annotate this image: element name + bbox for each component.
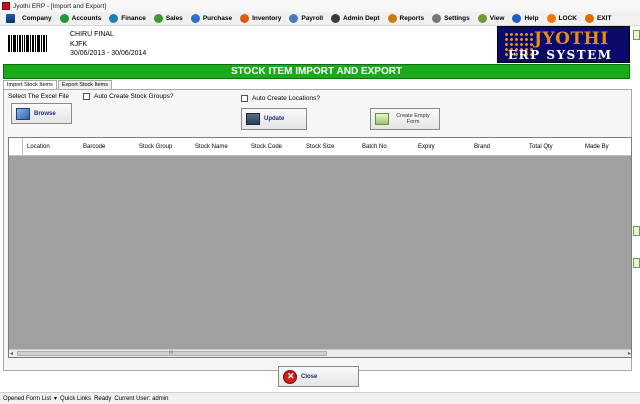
empty-form-icon: [375, 113, 389, 125]
exit-button[interactable]: EXIT: [581, 12, 615, 26]
logo-title: JYOTHI: [534, 29, 609, 49]
current-user: Current User: admin: [114, 395, 169, 402]
scroll-right-icon[interactable]: ▸: [628, 350, 631, 357]
jyothi-logo: JYOTHI ERP SYSTEM: [497, 26, 630, 63]
company-info: CHIRU FINAL KJFK 30/06/2013 - 30/06/2014: [70, 30, 146, 59]
home-icon: [6, 14, 15, 23]
col-total-qty[interactable]: Total Qty: [525, 138, 581, 156]
auto-create-groups-checkbox[interactable]: Auto Create Stock Groups?: [83, 93, 174, 100]
col-made-by[interactable]: Made By: [581, 138, 631, 156]
inventory-icon: [240, 14, 250, 23]
status-ready: Ready: [94, 395, 112, 402]
col-brand[interactable]: Brand: [470, 138, 526, 156]
menu-inventory[interactable]: Inventory: [236, 12, 285, 26]
scroll-left-icon[interactable]: ◂: [10, 350, 13, 357]
logo-subtitle: ERP SYSTEM: [508, 48, 613, 62]
save-disk-icon: [246, 113, 260, 125]
update-button[interactable]: Update: [241, 108, 307, 130]
quick-links[interactable]: Quick Links: [60, 396, 91, 402]
company-name: CHIRU FINAL: [70, 31, 114, 38]
col-expiry[interactable]: Expiry: [414, 138, 470, 156]
side-tab-top[interactable]: [633, 30, 640, 40]
grid-header: Location Barcode Stock Group Stock Name …: [9, 138, 631, 156]
accounts-icon: [59, 14, 69, 23]
dropdown-icon[interactable]: ▾: [54, 395, 57, 402]
col-stock-code[interactable]: Stock Code: [247, 138, 303, 156]
menu-bar: Company Accounts Finance Sales Purchase …: [0, 12, 640, 26]
col-batch-no[interactable]: Batch No: [358, 138, 414, 156]
menu-finance[interactable]: Finance: [105, 12, 150, 26]
checkbox-box: [83, 93, 90, 100]
menu-reports[interactable]: Reports: [384, 12, 429, 26]
opened-form-list[interactable]: Opened Form List: [3, 396, 51, 402]
app-icon: [2, 2, 10, 10]
col-stock-group[interactable]: Stock Group: [135, 138, 177, 156]
lock-button[interactable]: LOCK: [543, 12, 581, 26]
help-icon: [512, 14, 522, 23]
home-menu-button[interactable]: [0, 12, 22, 26]
stock-items-grid[interactable]: Location Barcode Stock Group Stock Name …: [8, 137, 632, 358]
col-location[interactable]: Location: [23, 138, 79, 156]
menu-purchase[interactable]: Purchase: [187, 12, 236, 26]
scroll-grip: III: [169, 350, 174, 356]
payroll-icon: [289, 14, 299, 23]
menu-admin-dept[interactable]: Admin Dept: [327, 12, 383, 26]
menu-help[interactable]: Help: [508, 12, 542, 26]
horizontal-scrollbar[interactable]: ◂ III ▸: [9, 349, 631, 357]
close-button[interactable]: Close: [278, 366, 359, 387]
col-stock-size[interactable]: Stock Size: [302, 138, 358, 156]
menu-payroll[interactable]: Payroll: [285, 12, 327, 26]
purchase-icon: [190, 14, 200, 23]
menu-view[interactable]: View: [474, 12, 509, 26]
window-title: Jyothi ERP - [Import and Export]: [13, 2, 107, 10]
auto-create-locations-checkbox[interactable]: Auto Create Locations?: [241, 95, 320, 102]
col-barcode[interactable]: Barcode: [79, 138, 135, 156]
page-title: STOCK ITEM IMPORT AND EXPORT: [3, 64, 630, 79]
col-stock-name[interactable]: Stock Name: [191, 138, 233, 156]
status-bar: Opened Form List ▾ Quick Links Ready Cur…: [0, 392, 640, 404]
sales-icon: [153, 14, 163, 23]
company-code: KJFK: [70, 40, 88, 48]
menu-sales[interactable]: Sales: [150, 12, 187, 26]
menu-settings[interactable]: Settings: [428, 12, 474, 26]
reports-icon: [387, 14, 397, 23]
select-file-label: Select The Excel File: [8, 93, 69, 100]
view-icon: [477, 14, 487, 23]
finance-icon: [109, 14, 119, 23]
side-tab-bottom[interactable]: [633, 258, 640, 268]
checkbox-box: [241, 95, 248, 102]
admin-icon: [331, 14, 341, 23]
settings-icon: [432, 14, 442, 23]
row-header-corner: [9, 138, 23, 156]
barcode-icon: [8, 35, 48, 52]
create-empty-form-button[interactable]: Create Empty Form: [370, 108, 440, 130]
browse-icon: [16, 107, 30, 120]
exit-icon: [584, 14, 594, 23]
menu-company[interactable]: Company: [22, 12, 56, 26]
title-bar: Jyothi ERP - [Import and Export]: [0, 0, 640, 12]
financial-period: 30/06/2013 - 30/06/2014: [70, 50, 147, 57]
menu-accounts[interactable]: Accounts: [56, 12, 106, 26]
browse-button[interactable]: Browse: [11, 103, 72, 124]
side-tab-middle[interactable]: [633, 226, 640, 236]
close-icon: [283, 369, 297, 384]
lock-icon: [546, 14, 556, 23]
